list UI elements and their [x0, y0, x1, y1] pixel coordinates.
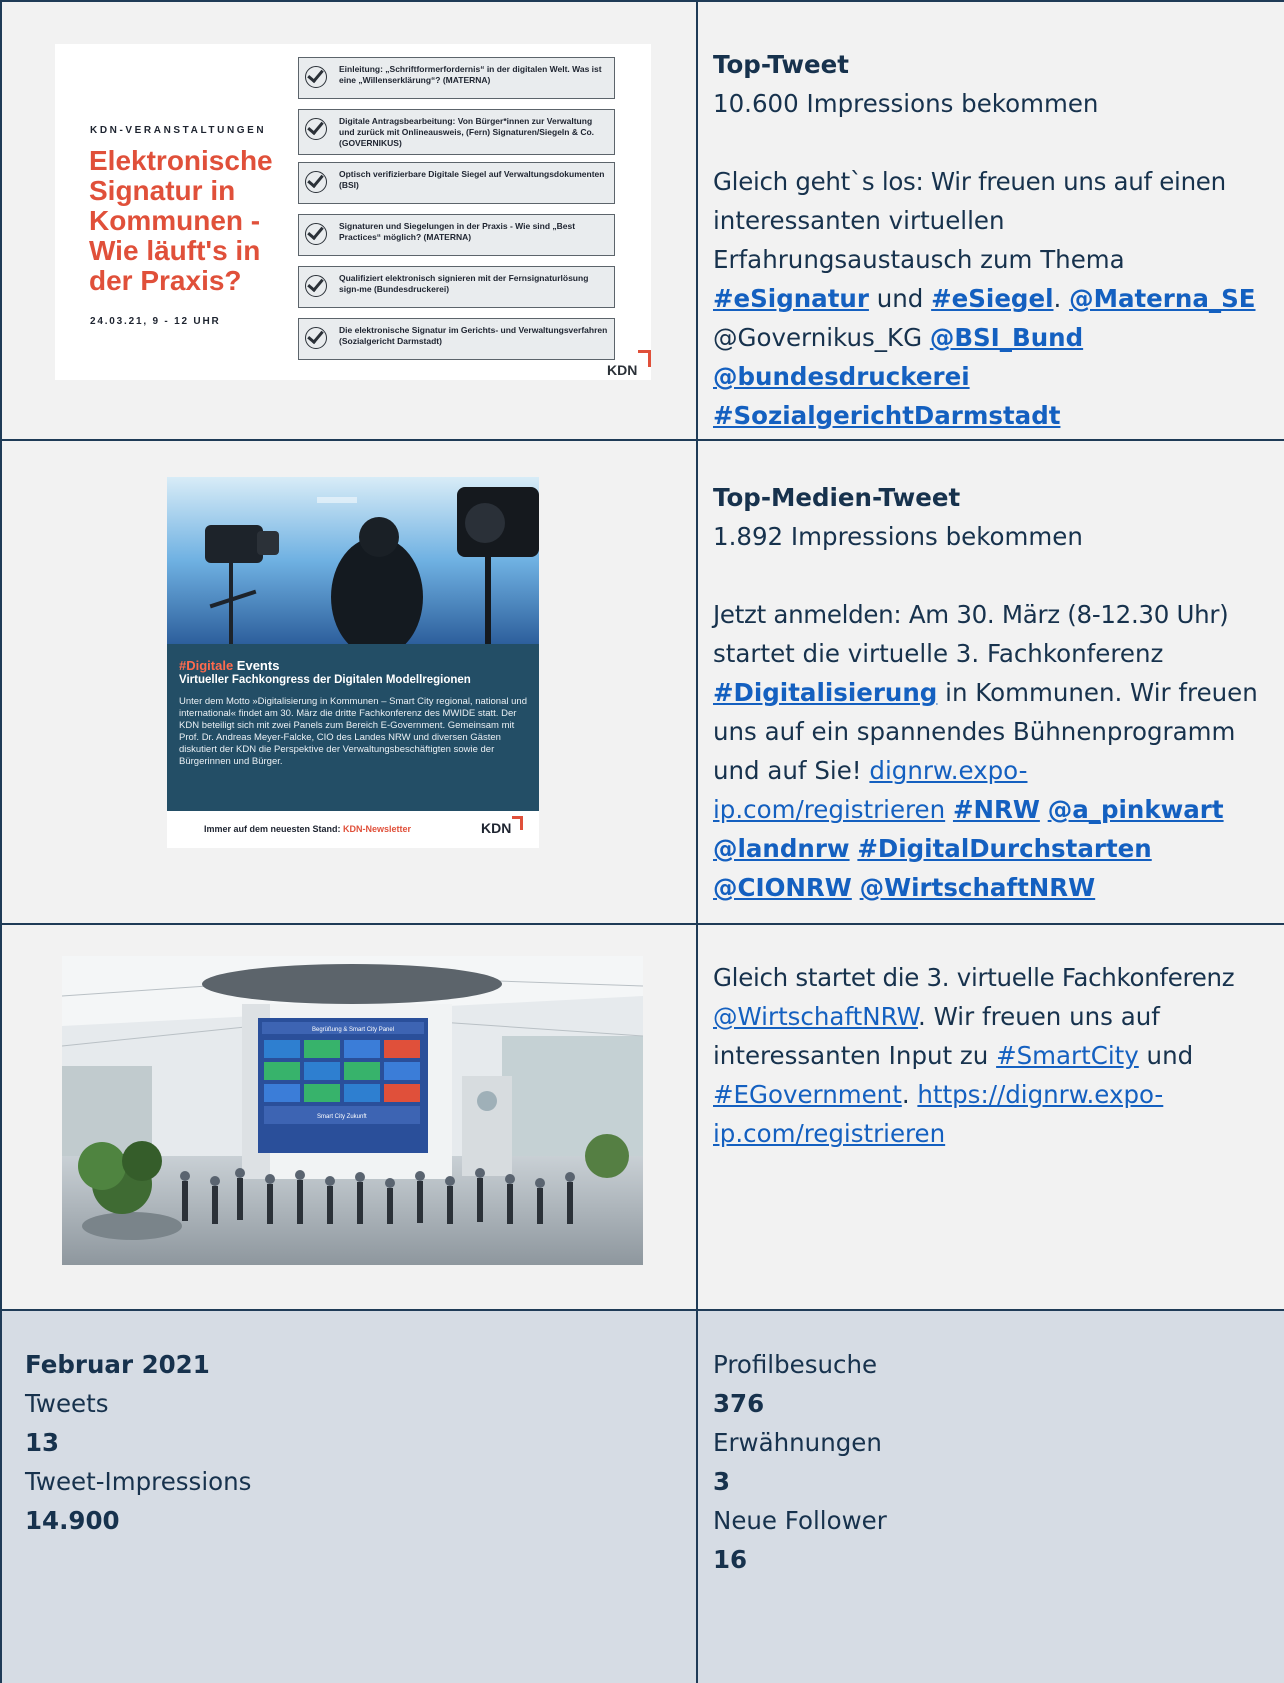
event-flyer-image: KDN-VERANSTALTUNGEN Elektronische Signat…	[55, 44, 651, 380]
profile-visits-label: Profilbesuche	[713, 1350, 878, 1379]
top-tweet-text: Top-Tweet 10.600 Impressions bekommen Gl…	[713, 45, 1283, 435]
mention-link[interactable]: @WirtschaftNRW	[860, 873, 1096, 902]
virtual-venue-image: Begrüßung & Smart City Panel Smart City …	[62, 956, 643, 1265]
hashtag-link[interactable]: #SozialgerichtDarmstadt	[713, 401, 1060, 430]
svg-text:Begrüßung & Smart City Panel: Begrüßung & Smart City Panel	[312, 1027, 394, 1033]
kdn-logo-mark	[638, 350, 651, 367]
mention-link[interactable]: @CIONRW	[713, 873, 852, 902]
agenda-item: Die elektronische Signatur im Gerichts- …	[298, 318, 615, 360]
mention-link[interactable]: @BSI_Bund	[930, 323, 1083, 352]
check-icon	[305, 327, 327, 349]
hashtag-link[interactable]: #EGovernment	[713, 1080, 902, 1109]
mentions-label: Erwähnungen	[713, 1428, 882, 1457]
mention-link[interactable]: @Materna_SE	[1069, 284, 1255, 313]
row-divider-1	[0, 439, 1284, 441]
new-followers-label: Neue Follower	[713, 1506, 887, 1535]
agenda-item: Qualifiziert elektronisch signieren mit …	[298, 266, 615, 308]
check-icon	[305, 275, 327, 297]
camera-photo	[167, 477, 539, 644]
stats-right: Profilbesuche 376 Erwähnungen 3 Neue Fol…	[713, 1345, 887, 1579]
profile-visits-value: 376	[713, 1389, 765, 1418]
top-media-tweet-impressions: 1.892 Impressions bekommen	[713, 522, 1083, 551]
agenda-item: Digitale Antragsbearbeitung: Von Bürger*…	[298, 109, 615, 155]
stats-left: Februar 2021 Tweets 13 Tweet-Impressions…	[25, 1345, 251, 1540]
announcement-body: Unter dem Motto »Digitalisierung in Komm…	[179, 696, 527, 767]
table-border-left	[0, 0, 2, 1683]
tweets-value: 13	[25, 1428, 60, 1457]
mention-link[interactable]: @bundesdruckerei	[713, 362, 970, 391]
check-icon	[305, 171, 327, 193]
check-icon	[305, 66, 327, 88]
check-icon	[305, 118, 327, 140]
flyer-date: 24.03.21, 9 - 12 UHR	[90, 316, 221, 327]
kdn-logo-mark	[512, 816, 523, 830]
flyer-kicker: KDN-VERANSTALTUNGEN	[90, 125, 267, 136]
conference-announcement-image: #Digitale Events Virtueller Fachkongress…	[167, 477, 539, 848]
conference-tweet-text: Gleich startet die 3. virtuelle Fachkonf…	[713, 963, 1235, 1148]
mention-link[interactable]: @landnrw	[713, 834, 850, 863]
agenda-item: Einleitung: „Schriftformerfordernis“ in …	[298, 57, 615, 99]
hashtag-link[interactable]: #NRW	[953, 795, 1040, 824]
stats-month: Februar 2021	[25, 1350, 210, 1379]
top-tweet-impressions: 10.600 Impressions bekommen	[713, 89, 1099, 118]
row-divider-2	[0, 923, 1284, 925]
registration-link[interactable]: https://dignrw.expo-	[917, 1080, 1163, 1109]
hashtag-link[interactable]: #Digitalisierung	[713, 678, 937, 707]
svg-text:Smart City Zukunft: Smart City Zukunft	[317, 1114, 367, 1120]
tweet-impressions-value: 14.900	[25, 1506, 120, 1535]
hashtag-link[interactable]: #eSiegel	[931, 284, 1053, 313]
top-media-tweet-label: Top-Medien-Tweet	[713, 483, 961, 512]
row-divider-3	[0, 1309, 1284, 1311]
registration-link[interactable]: dignrw.expo-	[869, 756, 1027, 785]
kdn-logo: KDN	[481, 820, 512, 836]
announcement-panel: #Digitale Events Virtueller Fachkongress…	[167, 644, 539, 811]
hashtag-link[interactable]: #SmartCity	[996, 1041, 1139, 1070]
announcement-subtitle: Virtueller Fachkongress der Digitalen Mo…	[179, 674, 471, 686]
tweet-impressions-label: Tweet-Impressions	[25, 1467, 252, 1496]
announcement-title: #Digitale Events	[179, 658, 280, 673]
check-icon	[305, 223, 327, 245]
top-tweet-label: Top-Tweet	[713, 50, 849, 79]
newsletter-footer: Immer auf dem neuesten Stand: KDN-Newsle…	[167, 811, 539, 848]
tweets-label: Tweets	[25, 1389, 109, 1418]
flyer-headline: Elektronische Signatur in Kommunen - Wie…	[89, 145, 273, 296]
hashtag-link[interactable]: #eSignatur	[713, 284, 869, 313]
agenda-item: Optisch verifizierbare Digitale Siegel a…	[298, 162, 615, 204]
mention-link[interactable]: @a_pinkwart	[1048, 795, 1224, 824]
mention-link[interactable]: @WirtschaftNRW	[713, 1002, 918, 1031]
kdn-logo: KDN	[607, 362, 638, 378]
new-followers-value: 16	[713, 1545, 748, 1574]
agenda-item: Signaturen und Siegelungen in der Praxis…	[298, 214, 615, 256]
mentions-value: 3	[713, 1467, 731, 1496]
registration-link[interactable]: ip.com/registrieren	[713, 795, 945, 824]
table-border-middle	[696, 0, 698, 1683]
mention-text: @Governikus_KG	[713, 323, 930, 352]
hashtag-link[interactable]: #DigitalDurchstarten	[857, 834, 1151, 863]
top-media-tweet-text: Top-Medien-Tweet 1.892 Impressions bekom…	[713, 478, 1283, 907]
registration-link[interactable]: ip.com/registrieren	[713, 1119, 945, 1148]
table-border-top	[0, 0, 1284, 2]
